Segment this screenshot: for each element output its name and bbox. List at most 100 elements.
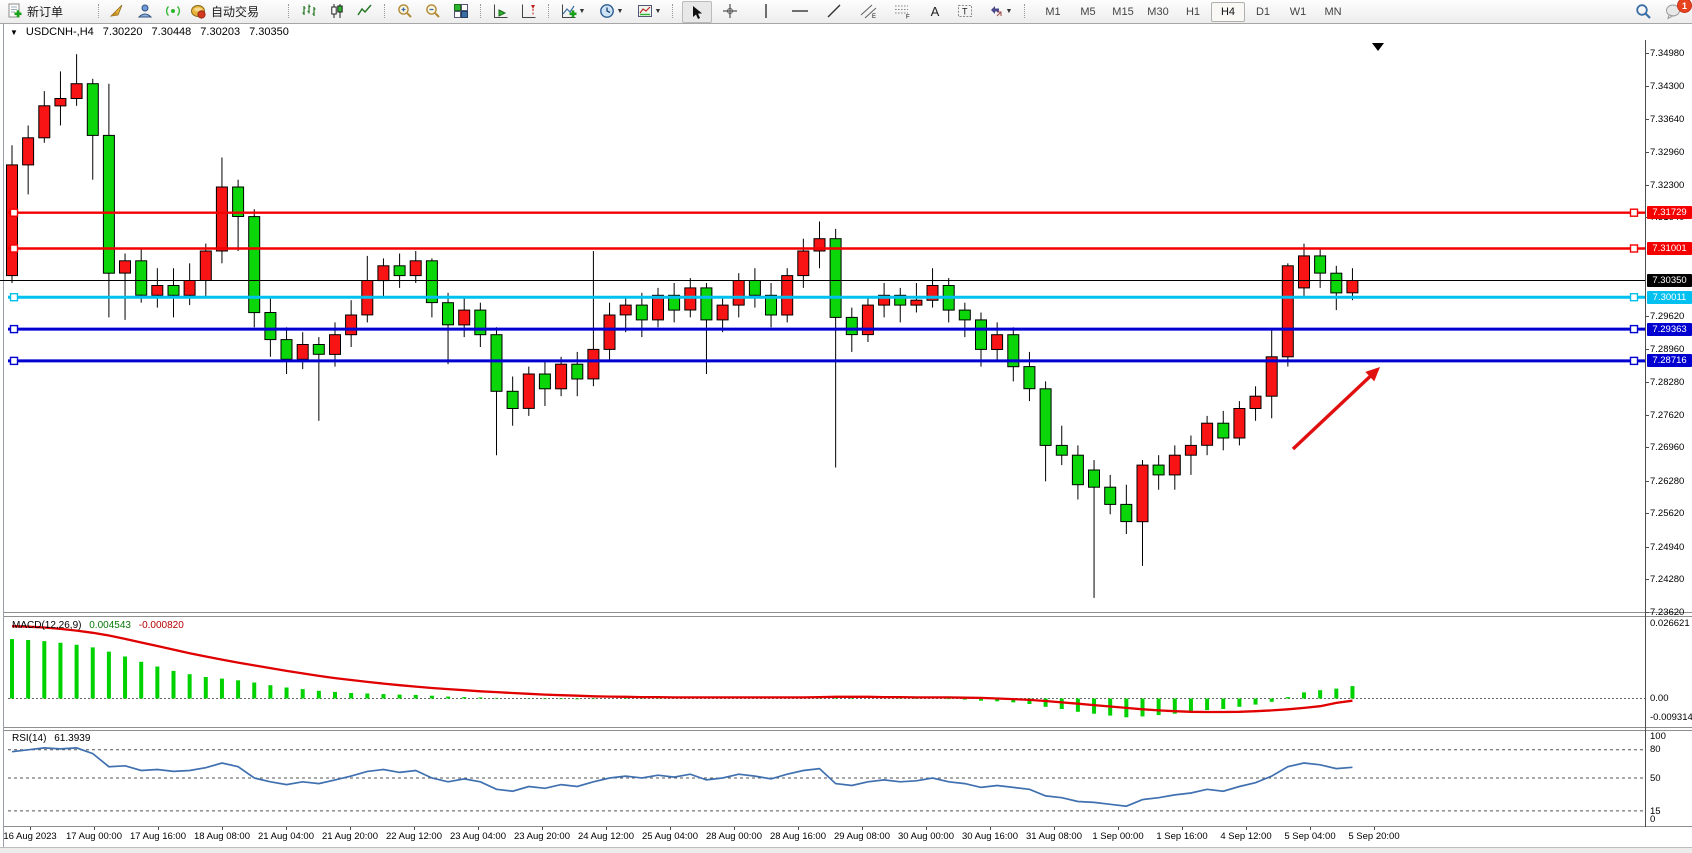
support-line-price-label[interactable]: 7.30011 <box>1647 291 1692 304</box>
search-button[interactable] <box>1630 1 1656 21</box>
candlestick <box>830 229 841 468</box>
horizontal-line-tool-button[interactable] <box>786 1 814 21</box>
time-axis-label: 25 Aug 04:00 <box>642 831 698 842</box>
toolbar-separator <box>548 4 549 18</box>
compass-tool-button[interactable] <box>104 1 130 21</box>
candlestick <box>378 258 389 297</box>
candlestick <box>927 268 938 307</box>
line-anchor-handle[interactable] <box>11 326 18 333</box>
candlestick <box>71 54 82 106</box>
cursor-tool-button[interactable] <box>682 1 712 23</box>
time-tick <box>350 827 351 830</box>
timeframe-mn[interactable]: MN <box>1316 2 1350 22</box>
periods-button[interactable]: ▼ <box>594 1 628 21</box>
crosshair-tool-button[interactable] <box>716 1 744 21</box>
toolbar-separator <box>1024 4 1025 18</box>
indicator-axis-label: 0.026621 <box>1650 618 1690 629</box>
line-anchor-handle[interactable] <box>1631 326 1638 333</box>
panel-separator[interactable] <box>4 727 1692 728</box>
price-tick-label: 7.26280 <box>1650 476 1684 487</box>
candlestick <box>879 283 890 317</box>
line-anchor-handle[interactable] <box>1631 294 1638 301</box>
arrows-tool-button[interactable]: ▼ <box>982 1 1018 21</box>
support-line[interactable] <box>8 357 1645 364</box>
trendline-tool-button[interactable] <box>820 1 848 21</box>
new-order-button[interactable]: 新订单 <box>6 1 92 21</box>
support-line-price-label[interactable]: 7.28716 <box>1647 354 1692 367</box>
line-chart-button[interactable] <box>352 1 378 21</box>
support-line-price-label[interactable]: 7.29363 <box>1647 323 1692 336</box>
toolbar-separator <box>384 4 385 18</box>
svg-text:T: T <box>962 7 968 17</box>
zoom-in-button[interactable] <box>392 1 418 21</box>
cursor-icon <box>690 5 704 20</box>
line-anchor-handle[interactable] <box>11 245 18 252</box>
panel-separator[interactable] <box>4 616 1692 617</box>
auto-scroll-button[interactable] <box>488 1 514 21</box>
channel-tool-button[interactable]: E <box>854 1 882 21</box>
candlestick <box>1056 426 1067 465</box>
fibonacci-tool-button[interactable]: F <box>888 1 916 21</box>
candlestick <box>475 303 486 347</box>
notifications-button[interactable]: 1 <box>1660 1 1688 21</box>
trend-arrow-annotation[interactable] <box>1293 367 1380 449</box>
tile-windows-button[interactable] <box>448 1 474 21</box>
candlestick-chart-button[interactable] <box>324 1 350 21</box>
line-anchor-handle[interactable] <box>1631 245 1638 252</box>
resistance-line-price-label[interactable]: 7.31001 <box>1647 242 1692 255</box>
indicators-button[interactable]: ▼ <box>556 1 590 21</box>
time-axis-label: 30 Aug 00:00 <box>898 831 954 842</box>
candlestick <box>1040 381 1051 481</box>
text-tool-button[interactable]: A <box>922 1 948 21</box>
metaeditor-button[interactable] <box>132 1 158 21</box>
panel-separator[interactable] <box>4 730 1692 731</box>
symbol-dropdown-icon[interactable]: ▼ <box>10 28 18 37</box>
resistance-line[interactable] <box>8 209 1645 216</box>
zoom-out-button[interactable] <box>420 1 446 21</box>
timeframe-h1[interactable]: H1 <box>1176 2 1210 22</box>
line-anchor-handle[interactable] <box>11 357 18 364</box>
rsi-panel-canvas[interactable] <box>0 731 1645 825</box>
candlestick <box>410 251 421 283</box>
time-axis-label: 28 Aug 00:00 <box>706 831 762 842</box>
support-line[interactable] <box>8 326 1645 333</box>
line-anchor-handle[interactable] <box>1631 209 1638 216</box>
candlestick <box>572 352 583 396</box>
candlestick <box>346 300 357 347</box>
timeframe-m1[interactable]: M1 <box>1036 2 1070 22</box>
current-price-line-price-label[interactable]: 7.30350 <box>1647 274 1692 287</box>
time-tick <box>734 827 735 830</box>
timeframe-d1[interactable]: D1 <box>1246 2 1280 22</box>
timeframe-m30[interactable]: M30 <box>1141 2 1175 22</box>
timeframe-m5[interactable]: M5 <box>1071 2 1105 22</box>
indicator-axis-label: 0.00 <box>1650 693 1669 704</box>
timeframe-m15[interactable]: M15 <box>1106 2 1140 22</box>
time-axis-label: 21 Aug 04:00 <box>258 831 314 842</box>
label-tool-button[interactable]: T <box>952 1 978 21</box>
panel-separator[interactable] <box>4 612 1692 613</box>
price-chart-canvas[interactable] <box>0 40 1645 612</box>
bar-chart-button[interactable] <box>296 1 322 21</box>
candlestick <box>943 278 954 322</box>
indicator-axis-label: -0.009314 <box>1650 712 1692 723</box>
line-anchor-handle[interactable] <box>1631 357 1638 364</box>
line-anchor-handle[interactable] <box>11 294 18 301</box>
timeframe-w1[interactable]: W1 <box>1281 2 1315 22</box>
chart-shift-button[interactable] <box>516 1 542 21</box>
candlestick <box>523 367 534 416</box>
auto-trading-button[interactable]: 自动交易 <box>190 1 282 21</box>
time-tick <box>862 827 863 830</box>
line-anchor-handle[interactable] <box>11 209 18 216</box>
signal-button[interactable] <box>160 1 186 21</box>
timeframe-group: M1M5M15M30H1H4D1W1MN <box>1036 2 1350 22</box>
chart-shift-marker[interactable] <box>1372 43 1384 51</box>
macd-panel-canvas[interactable] <box>0 617 1645 727</box>
templates-button[interactable]: ▼ <box>632 1 666 21</box>
resistance-line-price-label[interactable]: 7.31729 <box>1647 206 1692 219</box>
auto-trading-icon <box>190 3 207 20</box>
price-tick <box>1645 447 1649 448</box>
vertical-line-tool-button[interactable] <box>752 1 780 21</box>
candlestick <box>1347 268 1358 300</box>
timeframe-h4[interactable]: H4 <box>1211 2 1245 22</box>
rsi-label-row: RSI(14) 61.3939 <box>12 733 90 744</box>
